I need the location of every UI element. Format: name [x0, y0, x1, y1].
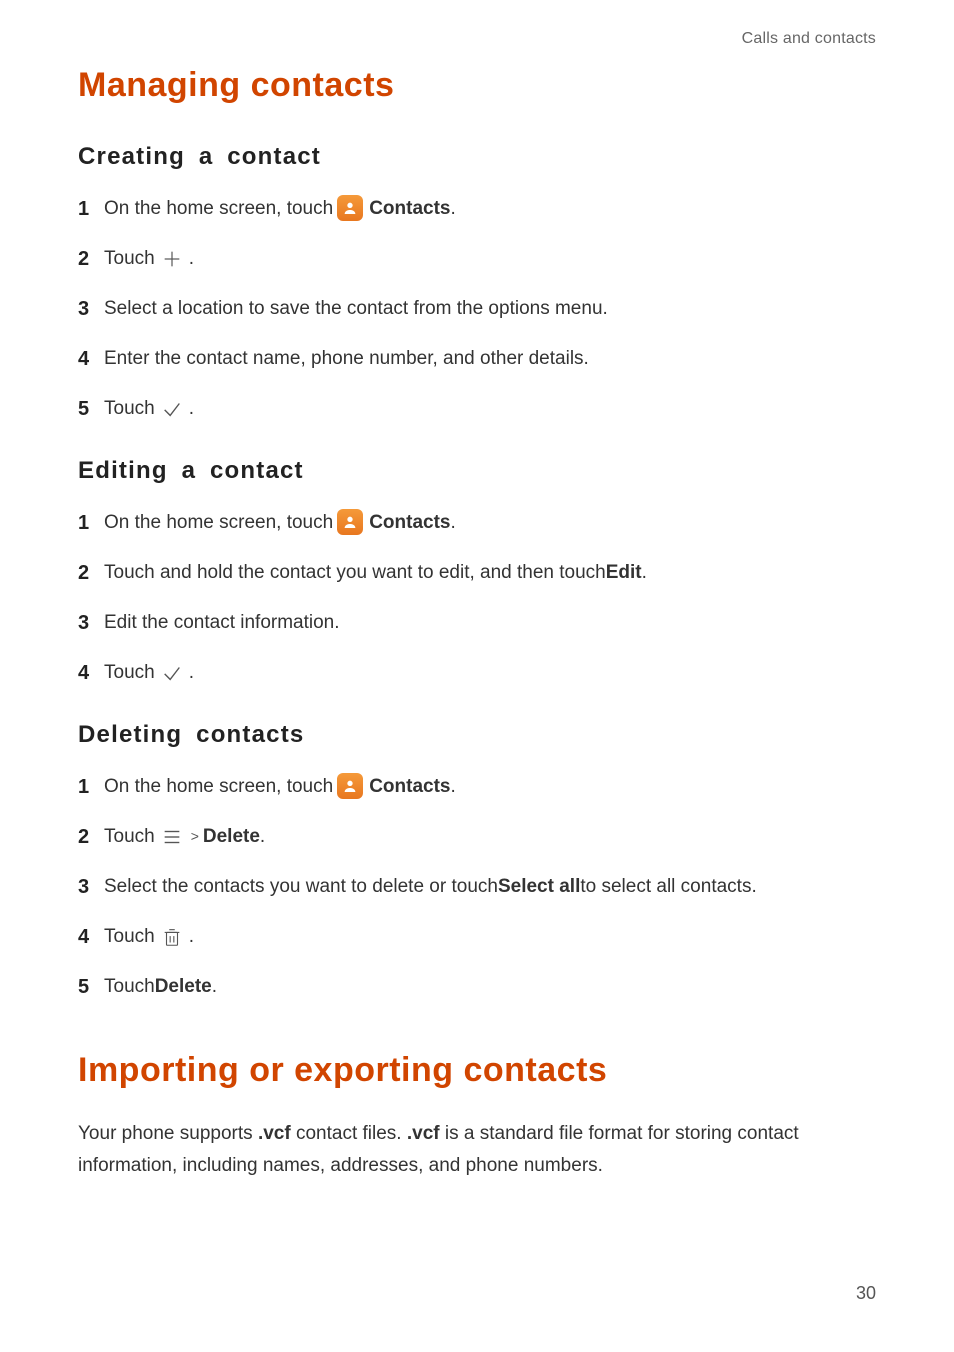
- step-item: 1 On the home screen, touch Contacts .: [78, 773, 876, 801]
- step-number: 1: [78, 195, 100, 223]
- paragraph-bold: .vcf: [258, 1123, 291, 1144]
- contacts-app-icon: [337, 195, 363, 221]
- step-bold: Select all: [498, 874, 580, 901]
- step-text: Touch: [104, 246, 155, 273]
- step-number: 4: [78, 345, 100, 373]
- step-bold: Edit: [606, 560, 642, 587]
- step-item: 1 On the home screen, touch Contacts .: [78, 195, 876, 223]
- plus-icon: [161, 248, 183, 270]
- step-number: 3: [78, 609, 100, 637]
- page-number: 30: [856, 1283, 876, 1304]
- step-text: Enter the contact name, phone number, an…: [104, 346, 589, 373]
- menu-icon: [161, 826, 183, 848]
- step-text: On the home screen, touch: [104, 774, 333, 801]
- step-item: 3 Edit the contact information.: [78, 609, 876, 637]
- paragraph-vcf: Your phone supports .vcf contact files. …: [78, 1118, 876, 1183]
- step-item: 5 Touch .: [78, 395, 876, 423]
- step-text: Select the contacts you want to delete o…: [104, 874, 498, 901]
- step-number: 4: [78, 923, 100, 951]
- step-text: to select all contacts.: [580, 874, 756, 901]
- step-text: .: [212, 974, 217, 1001]
- step-text: Touch and hold the contact you want to e…: [104, 560, 606, 587]
- check-icon: [161, 398, 183, 420]
- check-icon: [161, 662, 183, 684]
- step-bold: Contacts: [369, 196, 450, 223]
- step-number: 1: [78, 773, 100, 801]
- step-item: 5 Touch Delete .: [78, 973, 876, 1001]
- step-item: 4 Touch .: [78, 659, 876, 687]
- step-bold: Delete: [155, 974, 212, 1001]
- step-text: Touch: [104, 924, 155, 951]
- step-text: Touch: [104, 824, 155, 851]
- step-text: On the home screen, touch: [104, 196, 333, 223]
- steps-editing-contact: 1 On the home screen, touch Contacts . 2…: [78, 509, 876, 687]
- subheading-editing-contact: Editing a contact: [78, 457, 876, 485]
- step-bold: Contacts: [369, 774, 450, 801]
- step-text: .: [189, 924, 194, 951]
- steps-creating-contact: 1 On the home screen, touch Contacts . 2…: [78, 195, 876, 423]
- trash-icon: [161, 926, 183, 948]
- step-item: 1 On the home screen, touch Contacts .: [78, 509, 876, 537]
- subheading-creating-contact: Creating a contact: [78, 143, 876, 171]
- step-item: 3 Select the contacts you want to delete…: [78, 873, 876, 901]
- step-text: .: [450, 196, 455, 223]
- step-text: Touch: [104, 660, 155, 687]
- step-item: 2 Touch and hold the contact you want to…: [78, 559, 876, 587]
- caret-icon: >: [191, 827, 199, 847]
- step-number: 5: [78, 973, 100, 1001]
- steps-deleting-contacts: 1 On the home screen, touch Contacts . 2…: [78, 773, 876, 1001]
- step-number: 2: [78, 823, 100, 851]
- step-text: .: [450, 510, 455, 537]
- step-bold: Contacts: [369, 510, 450, 537]
- step-text: .: [189, 246, 194, 273]
- paragraph-text: contact files.: [291, 1123, 407, 1144]
- step-text: .: [189, 396, 194, 423]
- step-text: Edit the contact information.: [104, 610, 340, 637]
- step-text: On the home screen, touch: [104, 510, 333, 537]
- step-item: 2 Touch > Delete .: [78, 823, 876, 851]
- contacts-app-icon: [337, 773, 363, 799]
- step-bold: Delete: [203, 824, 260, 851]
- step-item: 4 Touch .: [78, 923, 876, 951]
- subheading-deleting-contacts: Deleting contacts: [78, 721, 876, 749]
- step-text: .: [260, 824, 265, 851]
- step-text: .: [642, 560, 647, 587]
- step-text: Select a location to save the contact fr…: [104, 296, 608, 323]
- step-item: 2 Touch .: [78, 245, 876, 273]
- heading-managing-contacts: Managing contacts: [78, 66, 876, 105]
- step-number: 1: [78, 509, 100, 537]
- step-number: 2: [78, 245, 100, 273]
- step-number: 3: [78, 295, 100, 323]
- step-text: Touch: [104, 974, 155, 1001]
- step-number: 3: [78, 873, 100, 901]
- paragraph-bold: .vcf: [407, 1123, 440, 1144]
- step-item: 4 Enter the contact name, phone number, …: [78, 345, 876, 373]
- step-text: Touch: [104, 396, 155, 423]
- paragraph-text: Your phone supports: [78, 1123, 258, 1144]
- step-text: .: [189, 660, 194, 687]
- breadcrumb: Calls and contacts: [78, 30, 876, 48]
- contacts-app-icon: [337, 509, 363, 535]
- heading-importing-exporting: Importing or exporting contacts: [78, 1051, 876, 1090]
- step-item: 3 Select a location to save the contact …: [78, 295, 876, 323]
- step-number: 4: [78, 659, 100, 687]
- step-number: 2: [78, 559, 100, 587]
- step-text: .: [450, 774, 455, 801]
- step-number: 5: [78, 395, 100, 423]
